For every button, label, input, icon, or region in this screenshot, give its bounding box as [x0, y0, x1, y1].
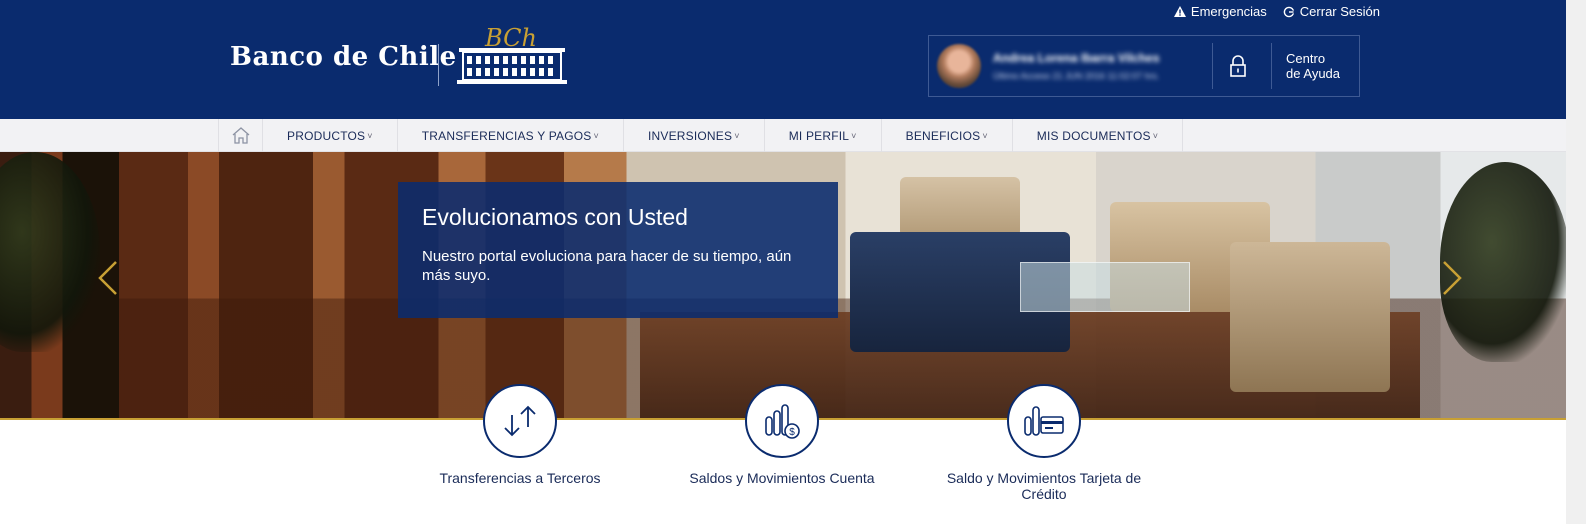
logout-label: Cerrar Sesión — [1299, 4, 1380, 19]
chevron-down-icon: ˅ — [734, 130, 740, 141]
nav-home[interactable] — [218, 119, 263, 152]
chevron-right-icon — [1443, 261, 1462, 295]
nav-label: MIS DOCUMENTOS — [1036, 128, 1151, 143]
power-icon — [1283, 6, 1295, 17]
hero-banner: Evolucionamos con Usted Nuestro portal e… — [0, 152, 1566, 418]
chevron-down-icon: ˅ — [593, 130, 599, 141]
nav-beneficios[interactable]: BENEFICIOS ˅ — [882, 119, 1013, 152]
nav-label: BENEFICIOS — [905, 128, 981, 143]
building-seal-icon: BCh — [457, 24, 567, 84]
shortcut-label: Transferencias a Terceros — [439, 470, 601, 486]
help-center-link[interactable]: Centro de Ayuda — [1272, 51, 1359, 81]
hero-armchair — [900, 177, 1020, 237]
lock-icon — [1230, 55, 1246, 77]
lock-button[interactable] — [1213, 55, 1263, 77]
carousel-next-button[interactable] — [1440, 260, 1464, 301]
nav-label: INVERSIONES — [647, 128, 733, 143]
chevron-down-icon: ˅ — [982, 130, 988, 141]
emergencias-link[interactable]: Emergencias — [1173, 4, 1267, 19]
main-nav: PRODUCTOS ˅ TRANSFERENCIAS Y PAGOS ˅ INVER… — [0, 119, 1586, 152]
home-icon — [232, 127, 249, 144]
promo-box: Evolucionamos con Usted Nuestro portal e… — [398, 182, 838, 318]
top-links: Emergencias Cerrar Sesión — [1173, 4, 1380, 19]
logout-link[interactable]: Cerrar Sesión — [1283, 4, 1380, 19]
carousel-prev-button[interactable] — [96, 260, 120, 301]
help-label-line1: Centro — [1286, 51, 1326, 66]
shortcut-icon-circle — [1007, 384, 1081, 458]
chevron-down-icon: ˅ — [851, 130, 857, 141]
help-label-line2: de Ayuda — [1286, 66, 1341, 81]
warning-icon — [1173, 6, 1186, 17]
user-name: Andrea Lorena Ibarra Vilches — [993, 51, 1160, 65]
bank-logo[interactable]: Banco de Chile — [230, 42, 457, 72]
chevron-down-icon: ˅ — [367, 130, 373, 141]
emergencias-label: Emergencias — [1190, 4, 1267, 19]
nav-transferencias[interactable]: TRANSFERENCIAS Y PAGOS ˅ — [398, 119, 624, 152]
svg-text:$: $ — [789, 427, 795, 438]
shortcut-icon-circle: $ — [745, 384, 819, 458]
nav-productos[interactable]: PRODUCTOS ˅ — [263, 119, 398, 152]
hero-armchair — [1230, 242, 1390, 392]
shortcut-icon-circle — [483, 384, 557, 458]
nav-label: TRANSFERENCIAS Y PAGOS — [421, 128, 592, 143]
hero-plant — [0, 152, 100, 352]
shortcut-label: Saldos y Movimientos Cuenta — [689, 470, 875, 486]
avatar[interactable] — [937, 44, 981, 88]
user-info: Andrea Lorena Ibarra Vilches Último Acce… — [993, 51, 1204, 81]
svg-text:BCh: BCh — [484, 24, 537, 52]
chevron-down-icon: ˅ — [1152, 130, 1159, 141]
nav-mis-documentos[interactable]: MIS DOCUMENTOS ˅ — [1013, 119, 1184, 152]
page-scrollbar[interactable] — [1566, 0, 1586, 524]
promo-title: Evolucionamos con Usted — [422, 204, 688, 230]
last-access: Último Acceso 21 JUN 2016 11:02:07 hrs. — [993, 71, 1160, 81]
nav-inversiones[interactable]: INVERSIONES ˅ — [624, 119, 765, 152]
nav-label: PRODUCTOS — [287, 128, 366, 143]
nav-label: MI PERFIL — [788, 128, 850, 143]
promo-text: Nuestro portal evoluciona para hacer de … — [422, 248, 792, 284]
logo-divider — [438, 44, 439, 86]
transfer-arrows-icon — [504, 405, 536, 437]
credit-card-icon — [1024, 406, 1064, 436]
user-panel: Andrea Lorena Ibarra Vilches Último Acce… — [928, 35, 1360, 97]
site-header: Emergencias Cerrar Sesión Banco de Chile… — [0, 0, 1586, 119]
shortcut-label: Saldo y Movimientos Tarjeta de Crédito — [946, 470, 1142, 502]
chevron-left-icon — [98, 261, 117, 295]
balance-coins-icon: $ — [765, 404, 800, 439]
hero-table — [1020, 262, 1190, 312]
nav-mi-perfil[interactable]: MI PERFIL ˅ — [765, 119, 882, 152]
